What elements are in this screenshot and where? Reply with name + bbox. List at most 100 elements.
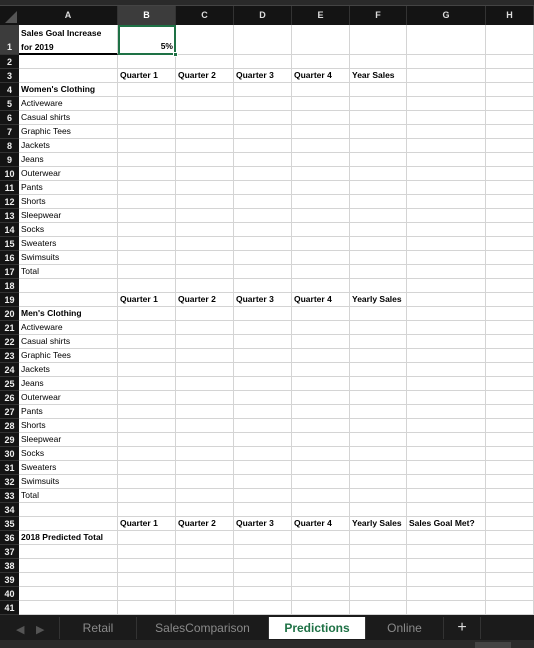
cell-A18[interactable] [19,279,118,293]
cell-G30[interactable] [407,447,486,461]
cell-A8[interactable]: Jackets [19,139,118,153]
horizontal-scrollbar[interactable] [0,640,534,648]
cell-C37[interactable] [176,545,234,559]
cell-D20[interactable] [234,307,292,321]
cell-B24[interactable] [118,363,176,377]
cell-H13[interactable] [486,209,534,223]
cell-F39[interactable] [350,573,407,587]
cell-B9[interactable] [118,153,176,167]
column-header-F[interactable]: F [350,6,407,25]
cell-A28[interactable]: Shorts [19,419,118,433]
cell-B28[interactable] [118,419,176,433]
cell-H17[interactable] [486,265,534,279]
cell-B23[interactable] [118,349,176,363]
cell-D30[interactable] [234,447,292,461]
cell-F25[interactable] [350,377,407,391]
cell-H32[interactable] [486,475,534,489]
cell-B18[interactable] [118,279,176,293]
cell-H18[interactable] [486,279,534,293]
cell-B36[interactable] [118,531,176,545]
column-header-A[interactable]: A [19,6,118,25]
cell-H27[interactable] [486,405,534,419]
cell-H30[interactable] [486,447,534,461]
cell-G28[interactable] [407,419,486,433]
cell-C23[interactable] [176,349,234,363]
cell-G5[interactable] [407,97,486,111]
next-sheet-icon[interactable]: ▶ [36,623,44,636]
row-header-30[interactable]: 30 [0,447,19,461]
cell-H11[interactable] [486,181,534,195]
cell-H33[interactable] [486,489,534,503]
cell-E39[interactable] [292,573,350,587]
row-header-34[interactable]: 34 [0,503,19,517]
cell-H25[interactable] [486,377,534,391]
cell-B33[interactable] [118,489,176,503]
cell-B16[interactable] [118,251,176,265]
cell-G29[interactable] [407,433,486,447]
cell-G9[interactable] [407,153,486,167]
cell-D39[interactable] [234,573,292,587]
cell-G25[interactable] [407,377,486,391]
cell-F30[interactable] [350,447,407,461]
cell-E20[interactable] [292,307,350,321]
cell-A2[interactable] [19,55,118,69]
cell-A15[interactable]: Sweaters [19,237,118,251]
cell-G14[interactable] [407,223,486,237]
cell-C26[interactable] [176,391,234,405]
cell-B15[interactable] [118,237,176,251]
cell-D5[interactable] [234,97,292,111]
column-header-D[interactable]: D [234,6,292,25]
cell-G2[interactable] [407,55,486,69]
cell-F23[interactable] [350,349,407,363]
row-header-9[interactable]: 9 [0,153,19,167]
cell-B8[interactable] [118,139,176,153]
cell-E22[interactable] [292,335,350,349]
cell-F13[interactable] [350,209,407,223]
cell-B1[interactable]: 5% [118,25,176,55]
cell-C8[interactable] [176,139,234,153]
column-header-E[interactable]: E [292,6,350,25]
row-header-28[interactable]: 28 [0,419,19,433]
cell-D32[interactable] [234,475,292,489]
row-header-32[interactable]: 32 [0,475,19,489]
cell-D21[interactable] [234,321,292,335]
cell-D37[interactable] [234,545,292,559]
cell-B20[interactable] [118,307,176,321]
cell-B12[interactable] [118,195,176,209]
cell-G7[interactable] [407,125,486,139]
cell-C10[interactable] [176,167,234,181]
cell-C30[interactable] [176,447,234,461]
cell-G10[interactable] [407,167,486,181]
cell-G20[interactable] [407,307,486,321]
cell-H36[interactable] [486,531,534,545]
cell-A26[interactable]: Outerwear [19,391,118,405]
cell-B5[interactable] [118,97,176,111]
row-header-41[interactable]: 41 [0,601,19,615]
cell-C28[interactable] [176,419,234,433]
cell-C27[interactable] [176,405,234,419]
cell-H39[interactable] [486,573,534,587]
cell-B29[interactable] [118,433,176,447]
cell-B25[interactable] [118,377,176,391]
cell-D1[interactable] [234,25,292,55]
cell-A13[interactable]: Sleepwear [19,209,118,223]
row-header-36[interactable]: 36 [0,531,19,545]
cell-C22[interactable] [176,335,234,349]
cell-H14[interactable] [486,223,534,237]
cell-B4[interactable] [118,83,176,97]
row-header-33[interactable]: 33 [0,489,19,503]
cell-C34[interactable] [176,503,234,517]
column-header-G[interactable]: G [407,6,486,25]
prev-sheet-icon[interactable]: ◀ [16,623,24,636]
cell-C5[interactable] [176,97,234,111]
row-header-14[interactable]: 14 [0,223,19,237]
cell-E30[interactable] [292,447,350,461]
cell-G15[interactable] [407,237,486,251]
cell-A40[interactable] [19,587,118,601]
cell-F6[interactable] [350,111,407,125]
cell-C25[interactable] [176,377,234,391]
cell-H23[interactable] [486,349,534,363]
cell-H7[interactable] [486,125,534,139]
cell-G27[interactable] [407,405,486,419]
cell-D35[interactable]: Quarter 3 [234,517,292,531]
